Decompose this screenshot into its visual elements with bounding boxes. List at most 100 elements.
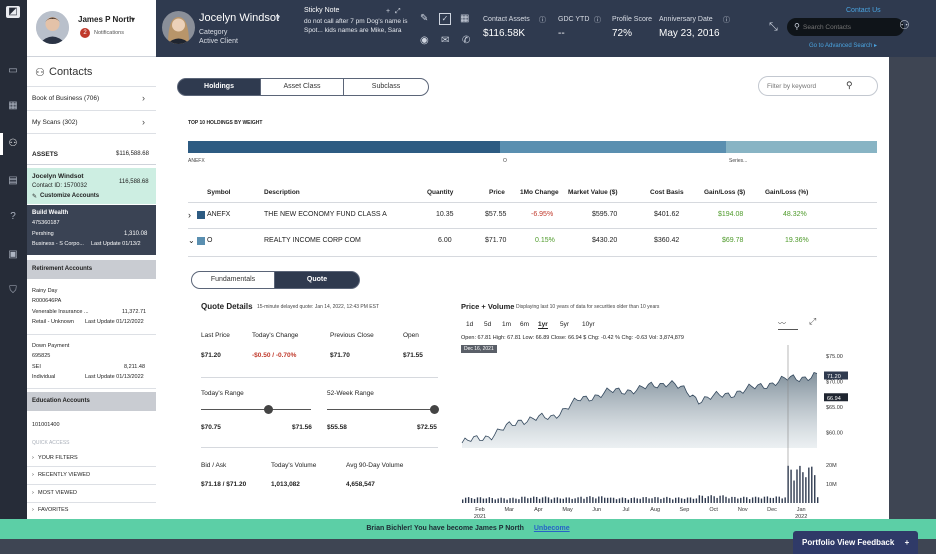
chevron-down-icon[interactable]: ⌄: [188, 236, 195, 245]
briefcase-icon[interactable]: ▣: [6, 249, 20, 261]
user-panel[interactable]: James P North ▾ 2 Notifications: [27, 0, 156, 57]
filter-keyword-input[interactable]: [767, 81, 852, 92]
table-row[interactable]: › ANEFX THE NEW ECONOMY FUND CLASS A 10.…: [188, 203, 877, 228]
column-header-1mo-change[interactable]: 1Mo Change: [520, 189, 559, 196]
range-1yr[interactable]: 1yr: [538, 321, 548, 329]
range-5d[interactable]: 5d: [484, 321, 491, 328]
column-header-gain-loss-pct[interactable]: Gain/Loss (%): [765, 189, 808, 196]
account-number[interactable]: 101001400: [32, 422, 60, 428]
cell-price: $57.55: [485, 211, 507, 218]
weight-bar-series[interactable]: [726, 141, 877, 153]
cell-symbol: ANEFX: [207, 211, 231, 218]
customize-accounts-link[interactable]: Customize Accounts: [40, 193, 99, 199]
chevron-right-icon: ›: [32, 455, 34, 461]
chat-icon[interactable]: ◉: [420, 36, 429, 46]
filter-keyword-box[interactable]: ⚲: [758, 76, 878, 96]
column-header-quantity[interactable]: Quantity: [427, 189, 453, 196]
help-icon[interactable]: ?: [6, 211, 20, 223]
phone-icon[interactable]: ✆: [462, 36, 470, 46]
tab-asset-class[interactable]: Asset Class: [260, 78, 344, 96]
subtab-fundamentals[interactable]: Fundamentals: [191, 271, 275, 289]
chevron-down-icon[interactable]: ▾: [131, 15, 135, 24]
mail-icon[interactable]: ✉: [441, 36, 449, 46]
client-name[interactable]: Jocelyn Windsot: [199, 12, 279, 24]
volume-bar: [648, 498, 650, 503]
weight-bar-o[interactable]: [500, 141, 726, 153]
volume-bar: [757, 497, 760, 503]
column-header-market-value[interactable]: Market Value ($): [568, 189, 618, 196]
tab-subclass[interactable]: Subclass: [343, 78, 429, 96]
add-note-icon[interactable]: +: [386, 7, 390, 17]
checkbox-task-icon[interactable]: ✓: [439, 13, 451, 25]
chevron-right-icon: ›: [32, 490, 34, 496]
line-chart-icon[interactable]: 〰: [778, 318, 798, 330]
info-icon[interactable]: ⓘ: [594, 16, 601, 26]
sidebar-item-my-scans[interactable]: My Scans (302) ›: [27, 111, 156, 134]
column-header-symbol[interactable]: Symbol: [207, 189, 230, 196]
range-1d[interactable]: 1d: [466, 321, 473, 328]
contacts-icon[interactable]: ⚇: [6, 138, 20, 150]
tab-holdings[interactable]: Holdings: [177, 78, 261, 96]
range-1m[interactable]: 1m: [502, 321, 511, 328]
monitor-icon[interactable]: ▭: [6, 65, 20, 77]
x-tick-label: Mar: [504, 507, 514, 513]
range-5yr[interactable]: 5yr: [560, 321, 569, 328]
category-value: Active Client: [199, 38, 238, 45]
user-avatar[interactable]: [36, 11, 69, 44]
volume-bar: [609, 497, 612, 503]
chevron-down-icon[interactable]: ▾: [276, 13, 280, 23]
volume-bar: [553, 497, 556, 503]
range-6m[interactable]: 6m: [520, 321, 529, 328]
chevron-right-icon[interactable]: ›: [188, 210, 191, 220]
expand-icon[interactable]: ⤢: [395, 7, 401, 17]
contact-us-link[interactable]: Contact Us: [846, 7, 881, 14]
info-icon[interactable]: ⓘ: [539, 16, 546, 26]
weight-bar-anefx[interactable]: [188, 141, 500, 153]
document-icon[interactable]: ▤: [6, 175, 20, 187]
zoom-icon[interactable]: ⤢: [809, 316, 816, 327]
quick-item-favorites[interactable]: › FAVORITES: [27, 503, 156, 519]
volume-bar: [479, 497, 482, 503]
account-title: Rainy Day: [32, 288, 58, 294]
collapse-icon[interactable]: ⤡: [769, 22, 778, 33]
advanced-search-link[interactable]: Go to Advanced Search ▸: [809, 42, 877, 49]
column-header-description[interactable]: Description: [264, 189, 300, 196]
range-10yr[interactable]: 10yr: [582, 321, 595, 328]
selected-contact[interactable]: Jocelyn Windsot Contact ID: 1570032 116,…: [27, 168, 156, 204]
info-icon[interactable]: ⓘ: [723, 16, 730, 26]
sidebar-item-book-of-business[interactable]: Book of Business (706) ›: [27, 87, 156, 111]
notification-badge[interactable]: 2: [80, 28, 90, 38]
cell-market-value: $430.20: [592, 237, 618, 244]
quick-item-most-viewed[interactable]: › MOST VIEWED: [27, 485, 156, 503]
search-box[interactable]: ⚲: [787, 18, 904, 36]
quick-item-label: YOUR FILTERS: [38, 455, 78, 461]
app-logo-icon[interactable]: ◩: [6, 6, 20, 18]
lightbulb-icon[interactable]: ⚇: [899, 19, 910, 31]
volume-bar: [509, 498, 511, 503]
quick-item-your-filters[interactable]: › YOUR FILTERS: [27, 450, 156, 467]
column-header-cost-basis[interactable]: Cost Basis: [650, 189, 684, 196]
sticky-note-text[interactable]: do not call after 7 pm Dog's name is Spo…: [304, 17, 412, 35]
quick-item-recently-viewed[interactable]: › RECENTLY VIEWED: [27, 467, 156, 485]
volume-bar: [627, 499, 630, 503]
calendar-icon[interactable]: ▦: [460, 14, 469, 24]
unbecome-link[interactable]: Unbecome: [534, 525, 570, 532]
edit-icon[interactable]: ✎: [420, 14, 428, 24]
shield-icon[interactable]: ⛉: [6, 285, 20, 297]
notifications-label[interactable]: Notifications: [94, 30, 124, 36]
account-rainy-day[interactable]: Rainy Day R000646PA Venerable Insurance …: [27, 285, 156, 335]
right-gutter: [889, 57, 936, 519]
subtab-quote[interactable]: Quote: [274, 271, 360, 289]
column-header-price[interactable]: Price: [489, 189, 505, 196]
dashboard-icon[interactable]: ▦: [6, 100, 20, 112]
column-header-gain-loss[interactable]: Gain/Loss ($): [704, 189, 745, 196]
account-build-wealth[interactable]: Build Wealth 475360187 Pershing 1,310.08…: [27, 205, 156, 255]
account-down-payment[interactable]: Down Payment 695825 SEI 8,211.48 Individ…: [27, 339, 156, 389]
search-input[interactable]: [803, 21, 898, 33]
user-name[interactable]: James P North: [78, 15, 134, 24]
price-volume-chart[interactable]: $75.00 $70.00 $65.00 $60.00 71.20 66.94 20M 10M…: [460, 343, 860, 519]
volume-bar: [598, 496, 600, 503]
cell-gain-loss: $69.78: [722, 237, 744, 244]
table-row[interactable]: ⌄ O REALTY INCOME CORP COM 6.00 $71.70 0…: [188, 229, 877, 254]
portfolio-feedback-button[interactable]: Portfolio View Feedback +: [793, 531, 918, 554]
